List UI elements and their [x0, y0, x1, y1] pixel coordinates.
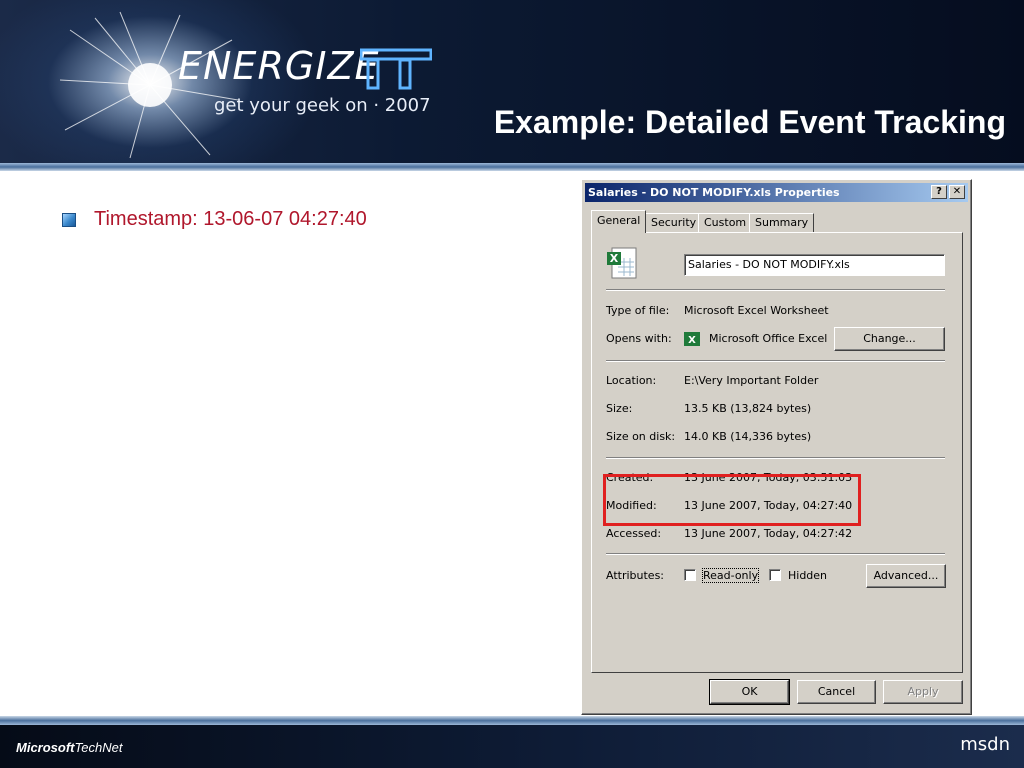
- general-tab-panel: [591, 232, 963, 673]
- tab-general[interactable]: General: [591, 210, 647, 233]
- slide-title: Example: Detailed Event Tracking: [493, 104, 1006, 140]
- tagline: get your geek on · 2007: [214, 95, 431, 116]
- footer-divider: [0, 716, 1024, 725]
- separator: [606, 289, 945, 291]
- location-label: Location:: [606, 374, 657, 387]
- separator: [606, 360, 945, 362]
- svg-text:X: X: [688, 335, 696, 346]
- apply-button[interactable]: Apply: [883, 680, 963, 704]
- ok-button[interactable]: OK: [709, 679, 790, 705]
- accessed-label: Accessed:: [606, 527, 662, 540]
- svg-text:X: X: [610, 252, 619, 265]
- header-divider: [0, 163, 1024, 171]
- location-value: E:\Very Important Folder: [684, 374, 819, 387]
- cancel-button[interactable]: Cancel: [797, 680, 876, 704]
- tab-custom[interactable]: Custom: [698, 213, 753, 232]
- tab-summary[interactable]: Summary: [749, 213, 815, 232]
- bullet-text: Timestamp: 13-06-07 04:27:40: [94, 208, 367, 230]
- separator: [606, 457, 945, 459]
- help-button[interactable]: ?: [931, 185, 947, 199]
- size-on-disk-label: Size on disk:: [606, 430, 676, 443]
- header-banner: ENERGIZE get your geek on · 2007 Example…: [0, 0, 1024, 163]
- read-only-label[interactable]: Read-only: [701, 568, 760, 583]
- msdn-logo: msdn: [960, 734, 1010, 755]
- footer-bar: MicrosoftTechNet msdn: [0, 725, 1024, 768]
- opens-with-label: Opens with:: [606, 332, 672, 345]
- bullet-item: Timestamp: 13-06-07 04:27:40: [62, 208, 367, 231]
- modified-highlight-box: [603, 474, 861, 526]
- square-bullet-icon: [62, 212, 76, 227]
- read-only-checkbox[interactable]: [684, 569, 696, 581]
- hidden-checkbox[interactable]: [769, 569, 781, 581]
- excel-app-icon: X: [684, 332, 700, 346]
- excel-file-icon: X: [607, 247, 637, 279]
- energize-logo-text: ENERGIZE: [178, 44, 380, 88]
- size-on-disk-value: 14.0 KB (14,336 bytes): [684, 430, 812, 443]
- change-button[interactable]: Change...: [834, 327, 945, 351]
- it-logo-icon: [360, 48, 432, 90]
- opens-with-value: Microsoft Office Excel: [709, 332, 828, 345]
- size-label: Size:: [606, 402, 633, 415]
- microsoft-technet-logo: MicrosoftTechNet: [16, 740, 123, 755]
- file-properties-dialog: Salaries - DO NOT MODIFY.xls Properties …: [581, 179, 972, 715]
- type-of-file-value: Microsoft Excel Worksheet: [684, 304, 829, 317]
- tab-security[interactable]: Security: [645, 213, 703, 232]
- type-of-file-label: Type of file:: [606, 304, 670, 317]
- attributes-label: Attributes:: [606, 569, 665, 582]
- close-button[interactable]: ✕: [949, 185, 965, 199]
- size-value: 13.5 KB (13,824 bytes): [684, 402, 812, 415]
- accessed-value: 13 June 2007, Today, 04:27:42: [684, 527, 853, 540]
- dialog-titlebar[interactable]: Salaries - DO NOT MODIFY.xls Properties …: [585, 183, 968, 202]
- dialog-title: Salaries - DO NOT MODIFY.xls Properties: [588, 186, 840, 199]
- filename-input[interactable]: Salaries - DO NOT MODIFY.xls: [684, 254, 945, 276]
- hidden-label[interactable]: Hidden: [788, 569, 827, 582]
- separator: [606, 553, 945, 555]
- advanced-button[interactable]: Advanced...: [866, 564, 946, 588]
